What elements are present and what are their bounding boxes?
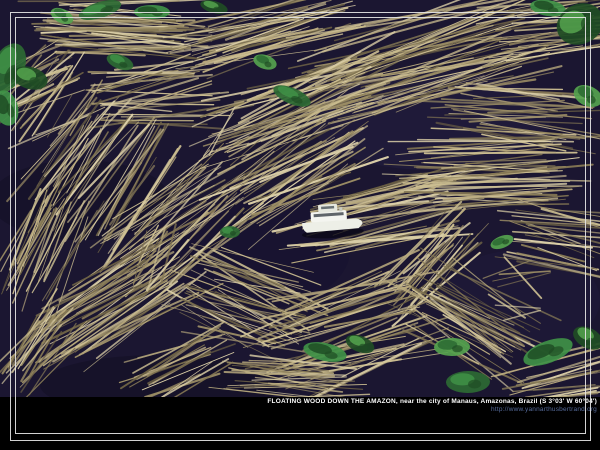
wallpaper: FLOATING WOOD DOWN THE AMAZON, near the … — [0, 0, 600, 450]
caption-band: FLOATING WOOD DOWN THE AMAZON, near the … — [0, 397, 600, 450]
aerial-photo — [0, 0, 600, 450]
caption-title: FLOATING WOOD DOWN THE AMAZON, near the … — [0, 398, 597, 406]
caption-url: http://www.yannarthusbertrand.org — [0, 406, 597, 413]
